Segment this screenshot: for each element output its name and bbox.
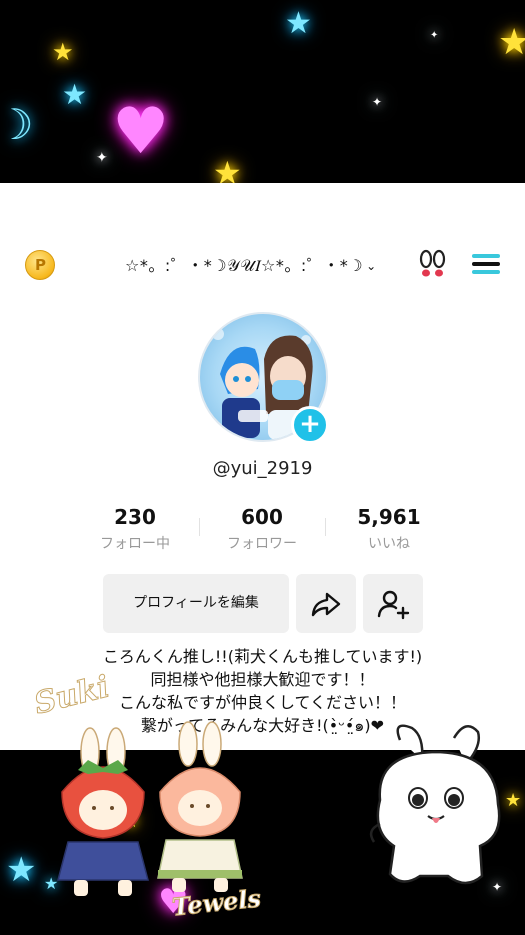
followers-count: 600: [241, 505, 283, 529]
top-banner: ★ ★ ★ ★ ★ ♥ ☽ ✦ ✦ ✦: [0, 0, 525, 183]
following-stat[interactable]: 230 フォロー中: [75, 505, 195, 553]
moon-icon: ☽: [0, 100, 34, 149]
followers-stat[interactable]: 600 フォロワー: [202, 505, 322, 553]
star-icon: ★: [285, 6, 312, 41]
edit-profile-button[interactable]: プロフィールを編集: [103, 574, 289, 633]
chevron-down-icon: ⌄: [366, 259, 377, 273]
heart-icon: ♥: [112, 95, 170, 169]
following-label: フォロー中: [100, 536, 170, 552]
coin-icon[interactable]: [25, 250, 55, 280]
stat-divider: [325, 518, 326, 536]
add-friend-button[interactable]: [363, 574, 423, 633]
sparkle-icon: ✦: [96, 150, 108, 166]
account-switcher[interactable]: ☆*。:゜・*☽𝒴𝒰𝐼☆*。:゜・*☽ ⌄: [125, 252, 395, 276]
peach-bunny-sticker: [157, 721, 243, 892]
star-icon: ★: [6, 850, 37, 890]
likes-stat[interactable]: 5,961 いいね: [329, 505, 449, 553]
star-icon: ★: [52, 38, 74, 66]
likes-label: いいね: [368, 536, 410, 552]
star-icon: ★: [498, 22, 525, 63]
stats-row: 230 フォロー中 600 フォロワー 5,961 いいね: [0, 505, 525, 560]
stat-divider: [199, 518, 200, 536]
profile-handle: @yui_2919: [212, 458, 313, 479]
bio-line: ころんくん推し!!(莉犬くんも推しています!): [102, 647, 423, 666]
username-text: ☆*。:゜・*☽𝒴𝒰𝐼☆*。:゜・*☽: [125, 256, 364, 275]
following-count: 230: [114, 505, 156, 529]
share-icon: [311, 592, 341, 617]
add-user-icon: [377, 590, 410, 620]
footprints-icon[interactable]: [416, 249, 450, 281]
sparkle-icon: ✦: [372, 95, 383, 109]
likes-count: 5,961: [357, 505, 421, 529]
menu-icon[interactable]: [472, 253, 500, 275]
strawberry-bunny-sticker: [57, 727, 149, 896]
star-icon: ★: [62, 78, 88, 111]
followers-label: フォロワー: [227, 536, 297, 552]
share-profile-button[interactable]: [296, 574, 356, 633]
add-avatar-button[interactable]: +: [291, 406, 329, 444]
white-bunny-sticker: [369, 724, 501, 885]
star-icon: ★: [213, 154, 242, 183]
sparkle-icon: ✦: [430, 30, 439, 41]
